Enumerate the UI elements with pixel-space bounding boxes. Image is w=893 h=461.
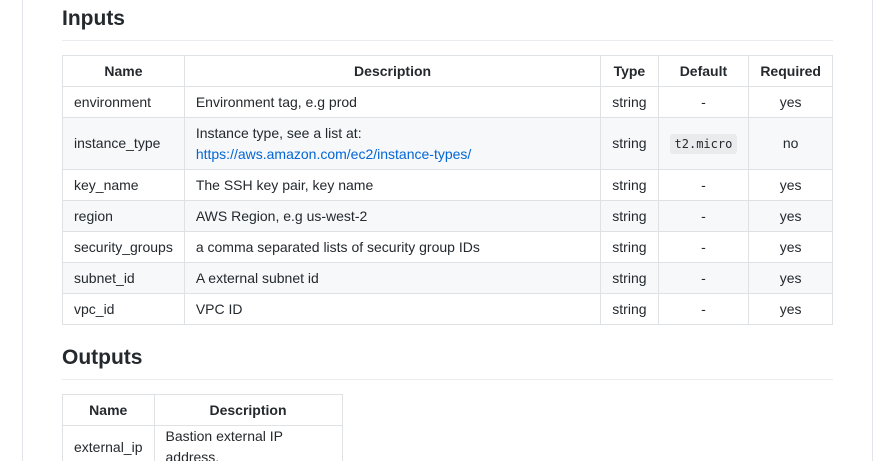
outputs-header-row: Name Description	[62, 394, 343, 426]
input-default: -	[657, 200, 750, 232]
input-required: yes	[748, 262, 833, 294]
inputs-table: Name Description Type Default Required e…	[62, 55, 833, 325]
outputs-section: Outputs Name Description external_ip Bas…	[62, 346, 833, 461]
markdown-body: Inputs Name Description Type Default Req…	[22, 0, 873, 461]
input-default: -	[657, 262, 750, 294]
input-name: key_name	[62, 169, 185, 201]
output-name: external_ip	[62, 425, 155, 461]
input-description: A external subnet id	[183, 262, 602, 294]
col-header-description: Description	[153, 394, 343, 426]
outputs-heading: Outputs	[62, 346, 833, 380]
input-required: yes	[748, 169, 833, 201]
input-name: subnet_id	[62, 262, 185, 294]
input-default-cell: t2.micro	[657, 117, 750, 170]
input-description: Instance type, see a list at:	[195, 124, 362, 141]
input-default: -	[657, 293, 750, 325]
input-description: a comma separated lists of security grou…	[183, 231, 602, 263]
input-name: security_groups	[62, 231, 185, 263]
input-description: VPC ID	[183, 293, 602, 325]
output-description: Bastion external IP address.	[153, 425, 343, 461]
inputs-section: Inputs Name Description Type Default Req…	[62, 7, 833, 325]
input-required: yes	[748, 293, 833, 325]
input-name: environment	[62, 86, 185, 118]
input-description: The SSH key pair, key name	[183, 169, 602, 201]
input-type: string	[600, 86, 659, 118]
table-row: instance_type Instance type, see a list …	[62, 117, 833, 170]
col-header-required: Required	[748, 55, 833, 87]
input-type: string	[600, 117, 659, 170]
input-name: region	[62, 200, 185, 232]
input-default: -	[657, 231, 750, 263]
input-required: yes	[748, 200, 833, 232]
input-type: string	[600, 200, 659, 232]
table-row: subnet_id A external subnet id string - …	[62, 262, 833, 294]
input-description: Environment tag, e.g prod	[183, 86, 602, 118]
input-description: AWS Region, e.g us-west-2	[183, 200, 602, 232]
table-row: environment Environment tag, e.g prod st…	[62, 86, 833, 118]
col-header-type: Type	[600, 55, 659, 87]
table-row: region AWS Region, e.g us-west-2 string …	[62, 200, 833, 232]
col-header-description: Description	[183, 55, 602, 87]
input-type: string	[600, 293, 659, 325]
input-required: yes	[748, 231, 833, 263]
table-row: external_ip Bastion external IP address.	[62, 425, 343, 461]
input-default-code: t2.micro	[669, 133, 738, 154]
table-row: key_name The SSH key pair, key name stri…	[62, 169, 833, 201]
inputs-heading: Inputs	[62, 7, 833, 41]
input-name: instance_type	[62, 117, 185, 170]
input-type: string	[600, 231, 659, 263]
input-default: -	[657, 86, 750, 118]
input-default: -	[657, 169, 750, 201]
input-name: vpc_id	[62, 293, 185, 325]
instance-types-link[interactable]: https://aws.amazon.com/ec2/instance-type…	[196, 146, 471, 162]
col-header-name: Name	[62, 55, 185, 87]
input-required: yes	[748, 86, 833, 118]
table-row: security_groups a comma separated lists …	[62, 231, 833, 263]
col-header-default: Default	[657, 55, 750, 87]
input-type: string	[600, 169, 659, 201]
readme-page: Inputs Name Description Type Default Req…	[0, 0, 893, 461]
col-header-name: Name	[62, 394, 155, 426]
table-row: vpc_id VPC ID string - yes	[62, 293, 833, 325]
outputs-table: Name Description external_ip Bastion ext…	[62, 394, 343, 461]
input-type: string	[600, 262, 659, 294]
input-required: no	[748, 117, 833, 170]
inputs-header-row: Name Description Type Default Required	[62, 55, 833, 87]
input-description-cell: Instance type, see a list at: https://aw…	[183, 117, 602, 170]
